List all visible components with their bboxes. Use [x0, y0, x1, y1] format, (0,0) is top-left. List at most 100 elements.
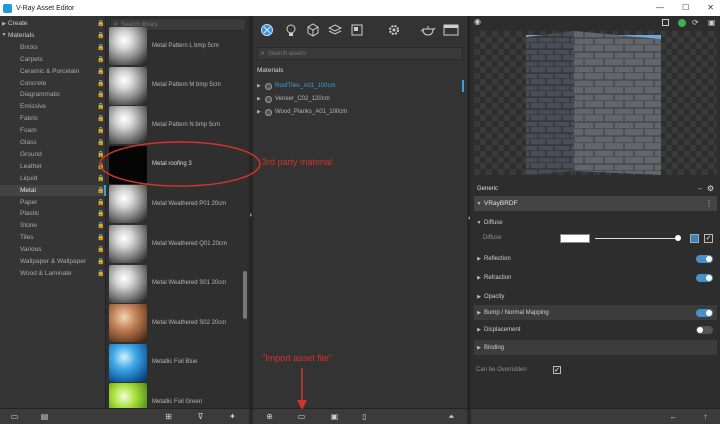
- cleanup-icon[interactable]: ⏶: [447, 413, 456, 421]
- pin-icon[interactable]: →: [696, 185, 703, 192]
- library-item-name: Metal Weathered P01 20cm: [152, 200, 227, 207]
- category-item[interactable]: Tiles 🔒: [0, 232, 106, 243]
- import-asset-file-icon[interactable]: ▭: [297, 413, 306, 421]
- vraybrdf-header[interactable]: ▼ VRayBRDF ⋮: [474, 196, 717, 211]
- drive-icon[interactable]: ▤: [40, 413, 49, 421]
- sparkle-icon[interactable]: ✦: [228, 413, 237, 421]
- swatch-icon[interactable]: ▣: [708, 18, 716, 27]
- category-item[interactable]: Various 🔒: [0, 244, 106, 255]
- category-item[interactable]: Plastic 🔒: [0, 208, 106, 219]
- scene-material-item[interactable]: ▶ Wood_Planks_A01_100cm: [257, 106, 347, 118]
- library-item[interactable]: Metal Weathered S01 20cm: [109, 264, 245, 303]
- category-item[interactable]: Fabric 🔒: [0, 113, 106, 124]
- lock-icon: 🔒: [97, 270, 105, 277]
- property-section[interactable]: ▶ Displacement: [474, 322, 717, 337]
- lock-icon: 🔒: [97, 21, 105, 27]
- property-section[interactable]: ▶ Opacity: [474, 289, 717, 304]
- category-item[interactable]: Wallpaper & Wallpaper 🔒: [0, 256, 106, 267]
- category-item[interactable]: Concrete 🔒: [0, 78, 106, 89]
- category-label: Carpets: [20, 55, 43, 63]
- textures-tab-button[interactable]: [349, 22, 365, 38]
- category-item[interactable]: ▼ Materials 🔒: [0, 30, 106, 41]
- close-button[interactable]: ✕: [707, 3, 714, 12]
- back-arrow-icon[interactable]: ←: [669, 413, 678, 421]
- filter-icon[interactable]: ⊽: [196, 413, 205, 421]
- category-item[interactable]: ▶ Create 🔒: [0, 18, 106, 29]
- library-scrollbar[interactable]: [243, 271, 247, 319]
- category-label: Diagrammatic: [20, 91, 61, 99]
- minimize-button[interactable]: —: [656, 3, 664, 12]
- frame-buffer-button[interactable]: [443, 22, 459, 38]
- section-toggle[interactable]: [696, 254, 713, 263]
- section-toggle[interactable]: [696, 325, 713, 334]
- render-teapot-button[interactable]: [420, 22, 436, 38]
- material-thumbnail: [109, 225, 147, 263]
- library-item[interactable]: Metal Pattern M bmp 5cm: [109, 66, 245, 105]
- category-item[interactable]: Liquid 🔒: [0, 173, 106, 184]
- category-label: Glass: [20, 139, 37, 146]
- add-material-icon[interactable]: ⊕: [265, 413, 274, 421]
- material-thumbnail: [109, 304, 147, 343]
- frame-buffer-icon: [443, 24, 459, 36]
- geometry-tab-button[interactable]: [305, 22, 321, 38]
- category-item[interactable]: Ground 🔒: [0, 149, 106, 160]
- grid-view-icon[interactable]: ⊞: [164, 413, 173, 421]
- category-item[interactable]: Carpets 🔒: [0, 54, 106, 65]
- library-item[interactable]: Metal Weathered S02 20cm: [109, 304, 245, 343]
- section-toggle[interactable]: [696, 308, 713, 317]
- folder-icon[interactable]: ▭: [10, 413, 19, 421]
- category-item[interactable]: Metal 🔒: [0, 184, 106, 196]
- category-item[interactable]: Glass 🔒: [0, 137, 106, 148]
- settings-tab-button[interactable]: [386, 22, 402, 38]
- library-item[interactable]: Metallic Foil Blue: [109, 343, 245, 382]
- scene-material-item[interactable]: ▶ RoofTiles_A01_100cm: [257, 80, 335, 92]
- tab-generic[interactable]: Generic: [474, 186, 498, 192]
- category-item[interactable]: Leather 🔒: [0, 161, 106, 172]
- third-party-highlight-ellipse: [99, 141, 261, 187]
- category-item[interactable]: Emissive 🔒: [0, 101, 106, 112]
- lights-tab-button[interactable]: [283, 22, 299, 38]
- texture-map-button[interactable]: [690, 234, 699, 243]
- property-section[interactable]: ▼ Diffuse: [474, 215, 717, 230]
- save-icon[interactable]: ▣: [330, 413, 339, 421]
- library-item[interactable]: Metal Weathered Q01 20cm: [109, 225, 245, 263]
- expand-arrow-icon[interactable]: ▶: [257, 109, 265, 115]
- search-icon: ⌕: [261, 49, 265, 57]
- category-item[interactable]: Paper 🔒: [0, 197, 106, 208]
- copy-icon[interactable]: [662, 19, 669, 26]
- diffuse-slider-handle[interactable]: [675, 235, 681, 241]
- can-be-overridden-checkbox[interactable]: ✓: [553, 366, 561, 374]
- section-toggle[interactable]: [696, 273, 713, 282]
- up-arrow-icon[interactable]: ↑: [701, 413, 710, 421]
- diffuse-checkbox[interactable]: ✓: [704, 234, 713, 243]
- library-item[interactable]: Metal Weathered P01 20cm: [109, 185, 245, 224]
- scene-material-item[interactable]: ▶ Veneer_C02_120cm: [257, 93, 330, 105]
- delete-icon[interactable]: ▯: [360, 413, 369, 421]
- asset-search-box[interactable]: ⌕ Search assets: [257, 47, 463, 60]
- expand-arrow-icon[interactable]: ▶: [257, 83, 265, 89]
- property-section[interactable]: ▶ Bump / Normal Mapping: [474, 305, 717, 320]
- property-section[interactable]: ▶ Binding: [474, 340, 717, 355]
- library-item[interactable]: Metal Pattern L bmp 5cm: [109, 27, 245, 65]
- expand-arrow-icon[interactable]: ▼: [0, 32, 8, 38]
- library-item-name: Metallic Foil Green: [152, 398, 203, 405]
- category-item[interactable]: Ceramic & Porcelain 🔒: [0, 66, 106, 77]
- settings-gear-icon[interactable]: ⚙: [707, 184, 714, 193]
- category-item[interactable]: Wood & Laminate 🔒: [0, 268, 106, 279]
- property-section[interactable]: ▶ Refraction: [474, 270, 717, 285]
- refresh-icon[interactable]: ⟳: [692, 18, 699, 27]
- category-item[interactable]: Stone 🔒: [0, 220, 106, 231]
- diffuse-amount-slider[interactable]: [595, 238, 678, 239]
- maximize-button[interactable]: ☐: [682, 3, 689, 12]
- expand-arrow-icon[interactable]: ▶: [0, 21, 8, 27]
- materials-tab-button[interactable]: [259, 22, 275, 38]
- eye-icon[interactable]: ◉: [474, 18, 482, 26]
- expand-arrow-icon[interactable]: ▶: [257, 96, 265, 102]
- diffuse-color-swatch[interactable]: [560, 234, 590, 243]
- category-item[interactable]: Diagrammatic 🔒: [0, 89, 106, 100]
- category-item[interactable]: Bricks 🔒: [0, 42, 106, 53]
- more-options-icon[interactable]: ⋮: [705, 199, 713, 208]
- layers-tab-button[interactable]: [327, 22, 343, 38]
- property-section[interactable]: ▶ Reflection: [474, 251, 717, 266]
- category-item[interactable]: Foam 🔒: [0, 125, 106, 136]
